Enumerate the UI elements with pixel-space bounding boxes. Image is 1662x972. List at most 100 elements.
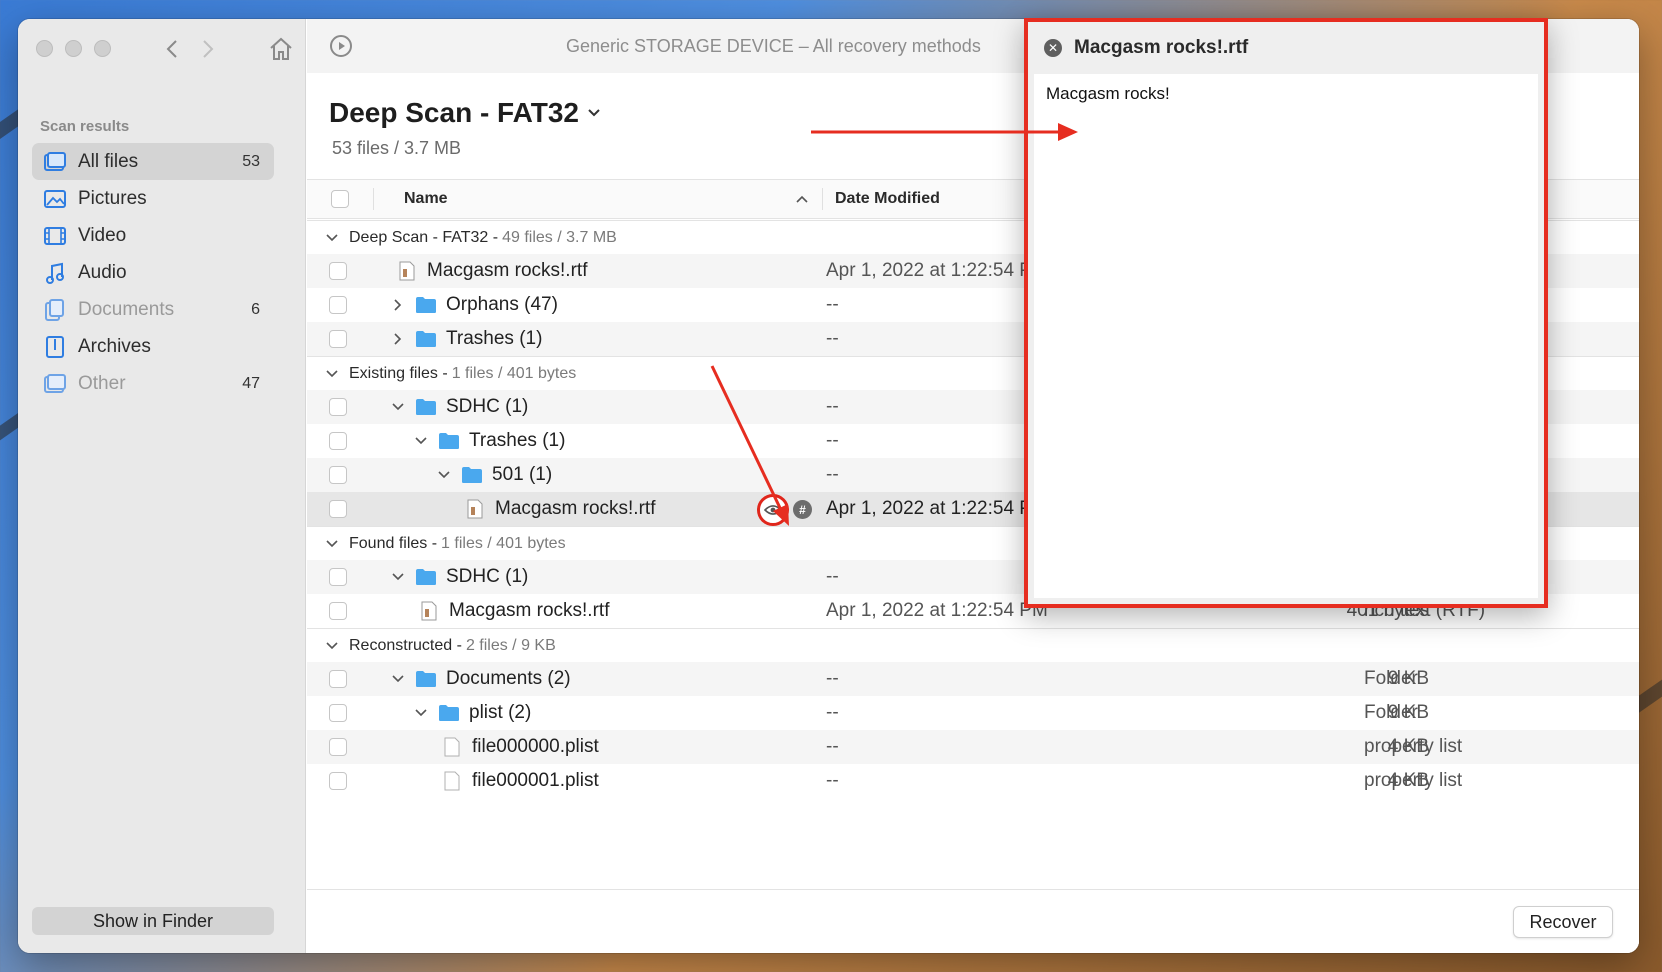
sidebar-item-video[interactable]: Video xyxy=(32,217,274,254)
show-in-finder-button[interactable]: Show in Finder xyxy=(32,907,274,935)
row-checkbox[interactable] xyxy=(329,432,347,450)
hash-icon[interactable]: # xyxy=(793,500,812,519)
folder-icon xyxy=(462,467,482,483)
sidebar-item-label: Archives xyxy=(78,335,151,357)
row-name-cell: SDHC (1) xyxy=(387,396,528,418)
archives-icon xyxy=(44,335,66,358)
preview-content: Macgasm rocks! xyxy=(1034,74,1538,598)
row-checkbox[interactable] xyxy=(329,330,347,348)
chevron-down-icon[interactable] xyxy=(410,430,432,452)
folder-icon xyxy=(416,671,436,687)
row-checkbox[interactable] xyxy=(329,772,347,790)
folder-icon xyxy=(416,399,436,415)
close-preview-icon[interactable]: ✕ xyxy=(1044,39,1062,57)
row-checkbox[interactable] xyxy=(329,670,347,688)
preview-button[interactable] xyxy=(757,494,789,526)
rtf-file-icon xyxy=(399,261,415,281)
row-name-cell: plist (2) xyxy=(387,702,531,724)
sidebar-item-other[interactable]: Other 47 xyxy=(32,365,274,402)
recover-button[interactable]: Recover xyxy=(1513,906,1613,938)
table-row[interactable]: file000000.plist -- 4 KB property list xyxy=(307,730,1639,764)
file-name: file000000.plist xyxy=(472,736,599,757)
group-title: Deep Scan - FAT32 - xyxy=(349,228,499,246)
sidebar-item-count: 47 xyxy=(242,374,260,392)
minimize-window-button[interactable] xyxy=(65,40,82,57)
chevron-right-icon[interactable] xyxy=(387,294,409,316)
chevron-down-icon[interactable] xyxy=(321,533,343,555)
forward-button[interactable] xyxy=(194,35,222,63)
folder-icon xyxy=(439,705,459,721)
sidebar-heading: Scan results xyxy=(40,118,130,135)
sidebar-item-label: Pictures xyxy=(78,187,147,209)
sidebar-item-label: Documents xyxy=(78,298,175,320)
scan-title-dropdown[interactable]: Deep Scan - FAT32 xyxy=(329,97,601,129)
row-checkbox[interactable] xyxy=(329,398,347,416)
plist-file-icon xyxy=(444,737,460,757)
name-column-header[interactable]: Name xyxy=(374,190,822,208)
folder-name: SDHC (1) xyxy=(446,566,529,587)
row-name-cell: file000001.plist xyxy=(387,770,599,792)
row-checkbox-cell xyxy=(307,466,387,484)
row-checkbox-cell xyxy=(307,568,387,586)
row-checkbox[interactable] xyxy=(329,602,347,620)
sidebar-item-documents[interactable]: Documents 6 xyxy=(32,291,274,328)
sidebar-item-archives[interactable]: Archives xyxy=(32,328,274,365)
row-checkbox[interactable] xyxy=(329,568,347,586)
file-kind: Folder xyxy=(1364,702,1418,723)
row-checkbox[interactable] xyxy=(329,704,347,722)
select-all-checkbox[interactable] xyxy=(331,190,349,208)
folder-name: plist (2) xyxy=(469,702,532,723)
row-name-cell: Trashes (1) xyxy=(387,430,565,452)
table-row[interactable]: plist (2) -- 9 KB Folder xyxy=(307,696,1639,730)
group-header-reconstructed[interactable]: Reconstructed - 2 files / 9 KB xyxy=(307,628,1639,662)
chevron-down-icon[interactable] xyxy=(410,702,432,724)
zoom-window-button[interactable] xyxy=(94,40,111,57)
row-checkbox[interactable] xyxy=(329,466,347,484)
scan-history-button[interactable] xyxy=(327,32,355,60)
rtf-file-icon xyxy=(421,601,437,621)
row-checkbox-cell xyxy=(307,500,387,518)
chevron-down-icon[interactable] xyxy=(387,668,409,690)
sidebar-item-label: All files xyxy=(78,150,139,172)
sidebar-item-pictures[interactable]: Pictures xyxy=(32,180,274,217)
table-row[interactable]: Documents (2) -- 9 KB Folder xyxy=(307,662,1639,696)
row-checkbox[interactable] xyxy=(329,296,347,314)
navigation-toolbar xyxy=(158,35,295,63)
sidebar-list: All files 53 Pictures Video Audio Docume… xyxy=(32,143,274,402)
home-button[interactable] xyxy=(267,35,295,63)
chevron-down-icon[interactable] xyxy=(387,566,409,588)
group-detail: 49 files / 3.7 MB xyxy=(502,228,617,246)
row-checkbox[interactable] xyxy=(329,500,347,518)
group-detail: 2 files / 9 KB xyxy=(465,636,556,654)
folder-icon xyxy=(439,433,459,449)
chevron-down-icon[interactable] xyxy=(433,464,455,486)
folder-icon xyxy=(416,297,436,313)
sidebar-item-all-files[interactable]: All files 53 xyxy=(32,143,274,180)
sidebar-item-audio[interactable]: Audio xyxy=(32,254,274,291)
row-checkbox[interactable] xyxy=(329,738,347,756)
folder-name: Documents (2) xyxy=(446,668,571,689)
back-button[interactable] xyxy=(158,35,186,63)
chevron-down-icon[interactable] xyxy=(321,227,343,249)
sort-ascending-icon xyxy=(796,195,808,203)
row-checkbox-cell xyxy=(307,772,387,790)
folder-name: 501 (1) xyxy=(492,464,553,485)
eye-icon xyxy=(764,505,782,515)
chevron-left-icon xyxy=(166,40,177,58)
table-row[interactable]: file000001.plist -- 4 KB property list xyxy=(307,764,1639,798)
chevron-down-icon[interactable] xyxy=(387,396,409,418)
group-title: Found files - xyxy=(349,534,438,552)
pictures-icon xyxy=(44,188,66,210)
date-column-header[interactable]: Date Modified xyxy=(823,190,940,208)
row-checkbox[interactable] xyxy=(329,262,347,280)
close-window-button[interactable] xyxy=(36,40,53,57)
row-name-cell: Orphans (47) xyxy=(387,294,558,316)
chevron-right-icon[interactable] xyxy=(387,328,409,350)
row-checkbox-cell xyxy=(307,704,387,722)
select-all-cell xyxy=(307,190,373,208)
chevron-down-icon[interactable] xyxy=(321,363,343,385)
row-name-cell: Macgasm rocks!.rtf xyxy=(387,498,655,520)
preview-title: Macgasm rocks!.rtf xyxy=(1074,37,1249,58)
row-name-cell: Macgasm rocks!.rtf xyxy=(387,260,587,282)
chevron-down-icon[interactable] xyxy=(321,635,343,657)
